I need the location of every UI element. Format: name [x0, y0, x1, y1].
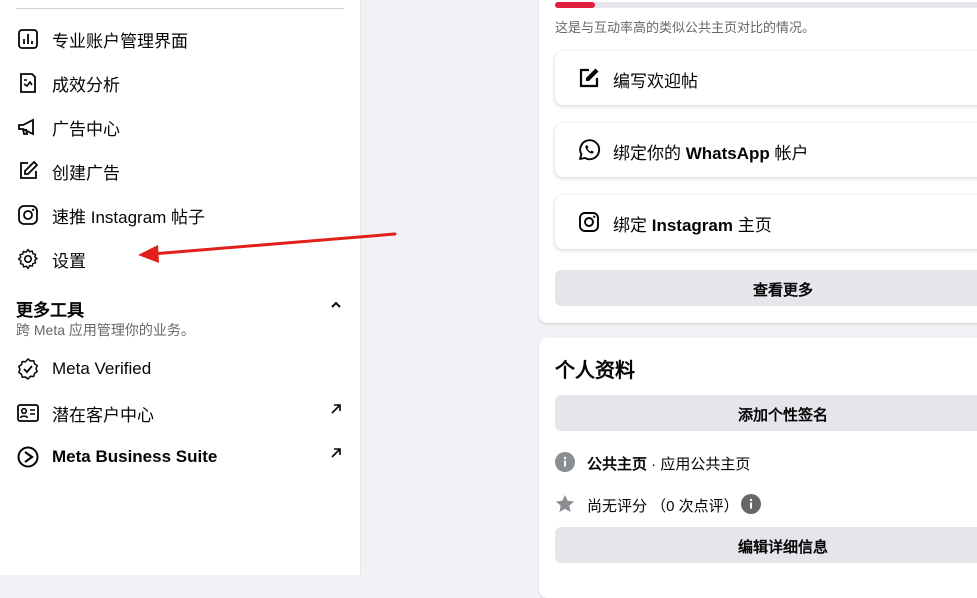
action-label: 绑定你的 WhatsApp 帐户	[613, 139, 809, 164]
action-label-text: 绑定	[613, 216, 652, 235]
progress-fill	[555, 2, 595, 8]
rating-info-icon[interactable]	[741, 494, 761, 514]
sidebar-item-leads-center[interactable]: 潜在客户中心	[0, 391, 360, 435]
instagram-icon	[579, 212, 599, 232]
sidebar-item-label: 潜在客户中心	[52, 405, 154, 425]
write-welcome-post-button[interactable]: 编写欢迎帖	[555, 51, 977, 105]
action-label-text: 主页	[732, 216, 772, 235]
profile-title: 个人资料	[555, 360, 635, 382]
action-label: 编写欢迎帖	[613, 72, 698, 91]
external-link-arrow-icon	[331, 404, 341, 414]
add-bio-button[interactable]: 添加个性签名	[555, 395, 977, 431]
sidebar-item-label: 速推 Instagram 帖子	[52, 207, 206, 227]
sidebar-item-label: 成效分析	[52, 75, 120, 95]
verified-badge-icon	[18, 358, 38, 380]
left-sidebar: 专业账户管理界面 成效分析 广告中心 创建广告 速推 Instagram 帖子	[0, 0, 361, 575]
info-icon	[555, 452, 575, 472]
action-label-brand: Instagram	[651, 216, 733, 235]
sidebar-item-ad-center[interactable]: 广告中心	[0, 105, 360, 149]
more-tools-subtitle: 跨 Meta 应用管理你的业务。	[16, 322, 195, 338]
gear-icon	[17, 248, 38, 270]
sidebar-item-label: 专业账户管理界面	[52, 31, 188, 51]
more-tools-heading: 更多工具	[16, 301, 84, 320]
divider	[16, 8, 344, 9]
comparison-note: 这是与互动率高的类似公共主页对比的情况。	[555, 20, 816, 35]
see-more-button[interactable]: 查看更多	[555, 270, 977, 306]
sidebar-item-meta-business-suite[interactable]: Meta Business Suite	[0, 435, 360, 479]
whatsapp-icon	[579, 139, 601, 161]
sidebar-item-label: Meta Verified	[52, 359, 152, 378]
sidebar-item-create-ad[interactable]: 创建广告	[0, 149, 360, 193]
sidebar-item-settings[interactable]: 设置	[0, 237, 360, 281]
sidebar-item-insights[interactable]: 成效分析	[0, 61, 360, 105]
page-category-text: 公共主页 · 应用公共主页	[587, 453, 750, 474]
edit-icon	[20, 160, 39, 179]
sidebar-item-label: 创建广告	[52, 163, 120, 183]
contact-card-icon	[17, 404, 39, 422]
edit-details-label: 编辑详细信息	[737, 539, 828, 556]
sidebar-item-label: 广告中心	[52, 119, 120, 139]
link-whatsapp-button[interactable]: 绑定你的 WhatsApp 帐户	[555, 123, 977, 177]
external-link-arrow-icon	[331, 448, 341, 458]
action-label-text: 绑定你的	[613, 144, 686, 163]
insights-icon	[20, 73, 36, 93]
progress-bar	[555, 2, 977, 8]
edit-details-button[interactable]: 编辑详细信息	[555, 527, 977, 563]
chevron-up-icon[interactable]	[328, 297, 344, 313]
rating-text: 尚无评分 （0 次点评）	[587, 498, 739, 515]
action-label: 绑定 Instagram 主页	[613, 211, 772, 236]
action-label-text: 帐户	[769, 144, 809, 163]
sidebar-item-professional-dashboard[interactable]: 专业账户管理界面	[0, 17, 360, 61]
page-label: 公共主页	[587, 456, 648, 473]
action-label-brand: WhatsApp	[685, 144, 770, 163]
add-bio-label: 添加个性签名	[737, 407, 828, 424]
star-icon	[556, 495, 574, 512]
dashboard-chart-icon	[18, 29, 38, 49]
sidebar-item-meta-verified[interactable]: Meta Verified	[0, 347, 360, 391]
see-more-label: 查看更多	[752, 282, 813, 299]
page-type: · 应用公共主页	[647, 456, 751, 473]
sidebar-item-label: Meta Business Suite	[52, 447, 218, 466]
sidebar-item-boost-instagram[interactable]: 速推 Instagram 帖子	[0, 193, 360, 237]
link-instagram-button[interactable]: 绑定 Instagram 主页	[555, 195, 977, 249]
instagram-icon	[18, 205, 38, 225]
compose-icon	[579, 68, 599, 88]
megaphone-icon	[18, 118, 34, 136]
meta-business-suite-icon	[17, 446, 39, 468]
sidebar-item-label: 设置	[52, 251, 86, 271]
